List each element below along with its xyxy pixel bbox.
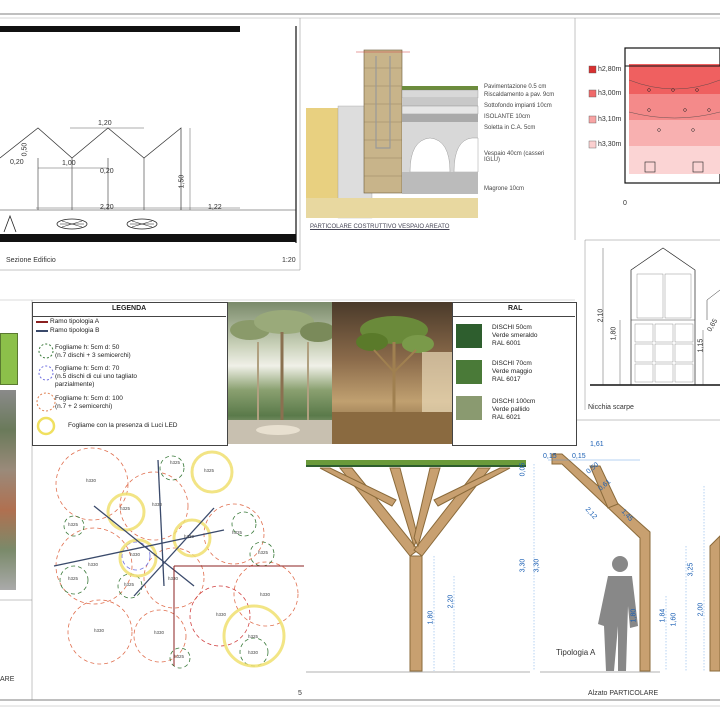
dim-0-20b: 0,20 bbox=[100, 168, 114, 175]
elev-dim-200: 2,00 bbox=[697, 602, 705, 617]
legend-ramo-b: Ramo tipologia B bbox=[50, 327, 100, 334]
height-zero: 0 bbox=[623, 200, 627, 207]
vespaio-drawing bbox=[306, 49, 479, 219]
render-photo-1 bbox=[228, 302, 332, 444]
nicchia-drawing bbox=[590, 247, 720, 386]
nicchia-dim-115: 1,15 bbox=[697, 338, 705, 353]
render-photo-2 bbox=[332, 302, 452, 444]
elev-dim-325: 3,25 bbox=[687, 562, 695, 577]
vespaio-layer-1: Pavimentazione 0.5 cm bbox=[484, 84, 547, 90]
section-caption: Sezione Edificio bbox=[6, 257, 56, 264]
vespaio-caption: PARTICOLARE COSTRUTTIVO VESPAIO AREATO bbox=[310, 224, 450, 230]
ral-title: RAL bbox=[508, 305, 523, 312]
svg-text:h330: h330 bbox=[168, 576, 179, 581]
left-fragment-text: ARE bbox=[0, 676, 15, 683]
elev-dim-184: 1,84 bbox=[659, 608, 667, 623]
legend-fogliame-70: Fogliame h: 5cm d: 70 (n.5 dischi di cui… bbox=[55, 365, 138, 388]
section-drawing bbox=[0, 26, 297, 243]
legend-led: Fogliame con la presenza di Luci LED bbox=[68, 422, 178, 429]
dim-0-50: 0,50 bbox=[21, 142, 29, 157]
elevation-caption: Alzato PARTICOLARE bbox=[588, 690, 659, 697]
vespaio-layer-7: Magrone 10cm bbox=[484, 186, 525, 192]
nicchia-dim-180: 1,80 bbox=[610, 326, 618, 341]
svg-text:h330: h330 bbox=[154, 630, 165, 635]
height-280: h2,80m bbox=[598, 66, 622, 73]
left-map-thumbnail bbox=[0, 390, 16, 590]
svg-text:h330: h330 bbox=[86, 478, 97, 483]
page-number: 5 bbox=[298, 690, 302, 697]
section-scale: 1:20 bbox=[282, 257, 296, 264]
elev-dim-161: 1,61 bbox=[590, 441, 604, 448]
elev-dim-330b: 3,30 bbox=[533, 558, 541, 573]
svg-text:h325: h325 bbox=[124, 582, 135, 587]
legend-fogliame-50: Fogliame h: 5cm d: 50 (n.7 dischi + 3 se… bbox=[55, 344, 131, 359]
elevation-drawing bbox=[306, 453, 720, 673]
elev-dim-015b: 0,15 bbox=[572, 453, 586, 460]
dim-1-00: 1,00 bbox=[62, 160, 76, 167]
height-310: h3,10m bbox=[598, 116, 622, 123]
svg-text:h330: h330 bbox=[248, 650, 259, 655]
height-300: h3,00m bbox=[598, 90, 622, 97]
svg-text:h325: h325 bbox=[232, 530, 243, 535]
vespaio-layer-6: Vespaio 40cm (casseri IGLU) bbox=[484, 151, 545, 163]
dim-0-20a: 0,20 bbox=[10, 159, 24, 166]
elev-dim-180a: 1,80 bbox=[427, 610, 435, 625]
svg-text:h330: h330 bbox=[88, 562, 99, 567]
vespaio-layer-5: Soletta in C.A. 5cm bbox=[484, 125, 536, 131]
ral-label-6001: DISCHI 50cm Verde smeraldo RAL 6001 bbox=[492, 324, 538, 347]
tipologia-label: Tipologia A bbox=[556, 648, 596, 657]
svg-text:h330: h330 bbox=[216, 612, 227, 617]
nicchia-caption: Nicchia scarpe bbox=[588, 404, 634, 411]
left-green-swatch bbox=[0, 333, 18, 385]
vespaio-layer-2: Riscaldamento a pav. 9cm bbox=[484, 92, 555, 98]
svg-text:h330: h330 bbox=[184, 534, 195, 539]
svg-text:h325: h325 bbox=[204, 468, 215, 473]
elev-dim-005: 0,05 bbox=[519, 462, 527, 477]
dim-2-20: 2,20 bbox=[100, 204, 114, 211]
dim-1-20: 1,20 bbox=[98, 120, 112, 127]
elev-dim-220: 2,20 bbox=[447, 594, 455, 609]
svg-text:h325: h325 bbox=[68, 522, 79, 527]
svg-text:h330: h330 bbox=[260, 592, 271, 597]
foliage-plan: h330 h325 h325 h325 h330 h325 h325 h330 … bbox=[53, 447, 304, 669]
svg-text:h325: h325 bbox=[120, 506, 131, 511]
ral-title-bar bbox=[452, 316, 575, 317]
nicchia-dim-210: 2,10 bbox=[597, 308, 605, 323]
ral-swatch-6001 bbox=[456, 324, 482, 348]
legend-fogliame-100: Fogliame h: 5cm d: 100 (n.7 + 2 semicerc… bbox=[55, 395, 123, 410]
ral-label-6017: DISCHI 70cm Verde maggio RAL 6017 bbox=[492, 360, 533, 383]
dim-1-50: 1,50 bbox=[178, 174, 186, 189]
svg-text:h325: h325 bbox=[68, 576, 79, 581]
elev-dim-015a: 0,15 bbox=[543, 453, 557, 460]
svg-text:h325: h325 bbox=[248, 634, 259, 639]
svg-text:h330: h330 bbox=[94, 628, 105, 633]
height-330: h3,30m bbox=[598, 141, 622, 148]
svg-text:h325: h325 bbox=[258, 550, 269, 555]
elev-dim-160: 1,60 bbox=[670, 612, 678, 627]
svg-text:h325: h325 bbox=[174, 654, 185, 659]
vespaio-layer-4: ISOLANTE 10cm bbox=[484, 114, 531, 120]
legend-ramo-a: Ramo tipologia A bbox=[50, 318, 100, 325]
elev-dim-180b: 1,80 bbox=[630, 608, 638, 623]
vespaio-layer-3: Sottofondo impianti 10cm bbox=[484, 103, 552, 109]
svg-text:h330: h330 bbox=[152, 502, 163, 507]
ral-swatch-6017 bbox=[456, 360, 482, 384]
ral-swatch-6021 bbox=[456, 396, 482, 420]
svg-text:h330: h330 bbox=[130, 552, 141, 557]
height-diagram bbox=[588, 47, 720, 184]
drawing-sheet: 1,20 1,00 0,20 0,50 0,20 2,20 1,50 1,22 … bbox=[0, 0, 720, 720]
legend-title: LEGENDA bbox=[112, 305, 147, 312]
dim-1-22: 1,22 bbox=[208, 204, 222, 211]
svg-text:h325: h325 bbox=[170, 460, 181, 465]
elev-dim-330a: 3,30 bbox=[519, 558, 527, 573]
ral-label-6021: DISCHI 100cm Verde pallido RAL 6021 bbox=[492, 398, 536, 421]
